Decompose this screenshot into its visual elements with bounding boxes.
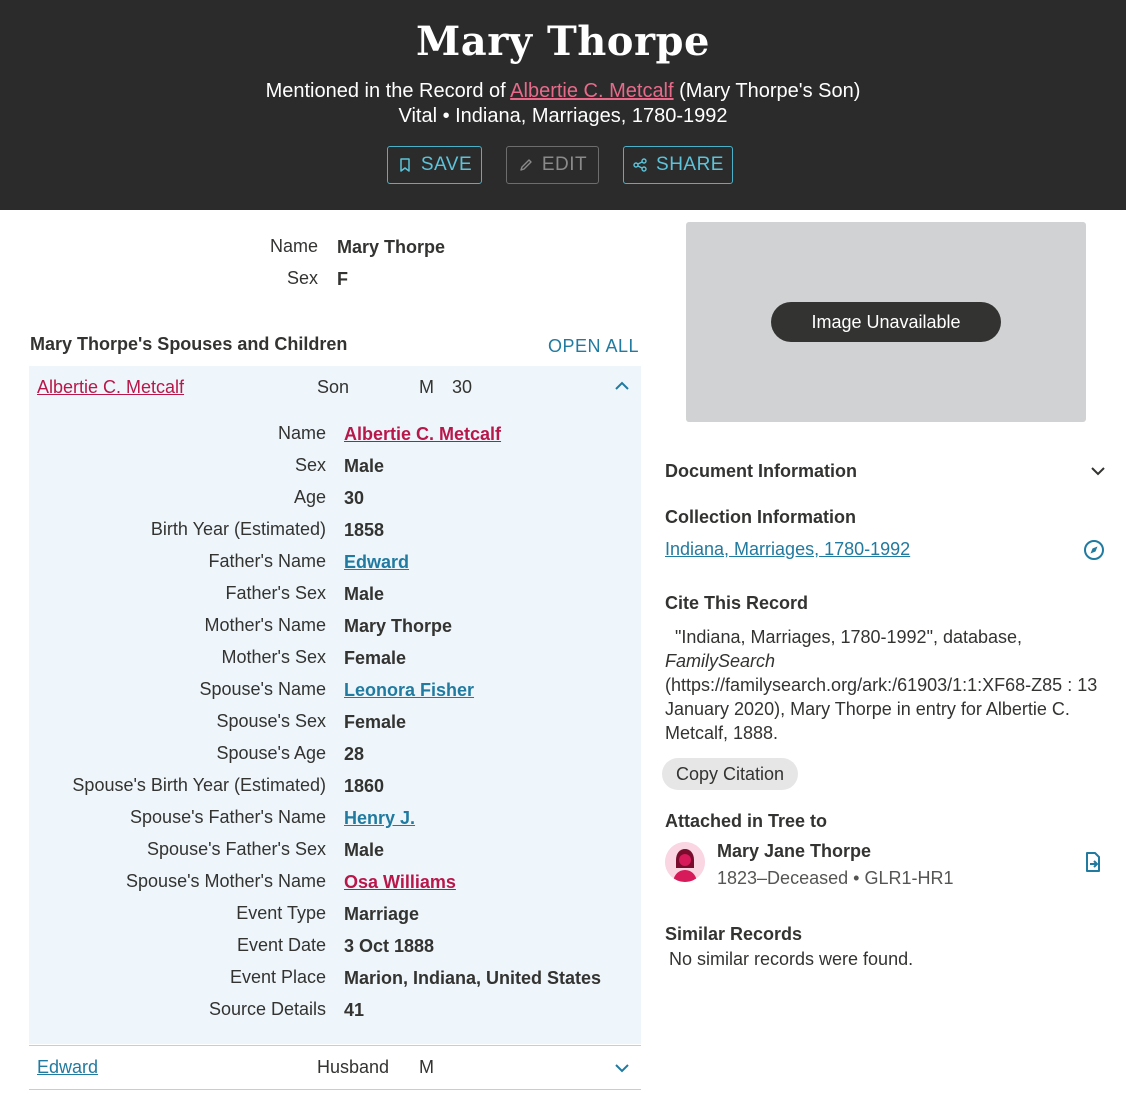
edit-button-label: EDIT (541, 154, 588, 175)
summary-name-value: Mary Thorpe (337, 237, 446, 257)
detail-label: Spouse's Father's Name (130, 807, 326, 827)
detail-label: Spouse's Age (216, 743, 326, 763)
detail-value: 1860 (344, 776, 385, 796)
detail-value: 41 (344, 1000, 365, 1020)
bookmark-icon (400, 158, 410, 172)
detail-label: Spouse's Mother's Name (126, 871, 326, 891)
collection-line: Vital • Indiana, Marriages, 1780-1992 (398, 105, 728, 127)
detail-value: Male (344, 840, 385, 860)
attached-person-dates: 1823–Deceased (717, 868, 849, 888)
similar-records-title: Similar Records (665, 924, 803, 944)
citation-text: "Indiana, Marriages, 1780-1992", databas… (665, 625, 1105, 745)
compass-icon[interactable] (1083, 539, 1105, 561)
detail-label: Mother's Sex (221, 647, 326, 667)
detail-label: Birth Year (Estimated) (150, 519, 326, 539)
detail-value: Marion, Indiana, United States (344, 968, 602, 988)
detail-label: Event Place (229, 967, 326, 987)
mentioned-suffix: (Mary Thorpe's Son) (673, 80, 861, 102)
relative-age: 30 (452, 377, 473, 397)
attached-tree-title: Attached in Tree to (665, 811, 828, 831)
spouse-name-link[interactable]: Leonora Fisher (344, 680, 474, 701)
spouses-section-title: Mary Thorpe's Spouses and Children (30, 334, 348, 354)
relative-relationship: Husband (317, 1057, 390, 1077)
detail-value: Marriage (344, 904, 420, 924)
relative-relationship: Son (317, 377, 350, 397)
relative-name-link-edward[interactable]: Edward (37, 1057, 98, 1078)
detail-value: Female (344, 648, 407, 668)
relative-sex: M (419, 1057, 434, 1077)
summary-sex-label: Sex (286, 268, 318, 288)
similar-records-message: No similar records were found. (669, 949, 914, 969)
detail-value: 28 (344, 744, 365, 764)
share-button[interactable]: SHARE (623, 146, 733, 184)
save-button-label: SAVE (420, 154, 473, 175)
share-icon (633, 158, 647, 172)
edit-button[interactable]: EDIT (506, 146, 599, 184)
open-all-button[interactable]: OPEN ALL (548, 336, 639, 357)
summary-sex-value: F (337, 269, 348, 289)
chevron-up-icon[interactable] (614, 378, 630, 394)
relative-sex: M (419, 377, 434, 397)
detail-label: Father's Name (208, 551, 326, 571)
detail-label: Event Type (236, 903, 326, 923)
detail-label: Spouse's Father's Sex (147, 839, 326, 859)
detail-value: Male (344, 584, 385, 604)
detail-label: Spouse's Name (199, 679, 326, 699)
principal-record-link[interactable]: Albertie C. Metcalf (510, 80, 673, 102)
detail-value: 30 (344, 488, 365, 508)
separator-dot: • (853, 868, 860, 888)
female-avatar-icon (665, 842, 705, 882)
detail-label: Mother's Name (204, 615, 326, 635)
detail-value: 3 Oct 1888 (344, 936, 435, 956)
collection-link[interactable]: Indiana, Marriages, 1780-1992 (665, 539, 910, 560)
detail-value: Female (344, 712, 407, 732)
avatar[interactable] (665, 842, 705, 882)
detail-label: Spouse's Birth Year (Estimated) (72, 775, 326, 795)
save-button[interactable]: SAVE (387, 146, 482, 184)
detail-name-link[interactable]: Albertie C. Metcalf (344, 424, 501, 445)
detail-value: 1858 (344, 520, 385, 540)
page-title: Mary Thorpe (416, 18, 710, 65)
divider (29, 1045, 641, 1046)
citation-part1: "Indiana, Marriages, 1780-1992", databas… (675, 627, 1023, 647)
detail-label: Spouse's Sex (216, 711, 326, 731)
document-information-toggle[interactable]: Document Information (665, 461, 857, 482)
image-unavailable-badge: Image Unavailable (771, 302, 1001, 342)
record-header: Mary Thorpe Mentioned in the Record of A… (0, 0, 1126, 210)
attached-person-pid: GLR1-HR1 (864, 868, 954, 888)
chevron-down-icon[interactable] (614, 1060, 630, 1076)
summary-name-label: Name (269, 236, 318, 256)
citation-database-name: FamilySearch (665, 651, 776, 671)
copy-citation-button[interactable]: Copy Citation (662, 758, 798, 790)
detail-label: Name (277, 423, 326, 443)
citation-part2: (https://familysearch.org/ark:/61903/1:1… (665, 675, 1098, 743)
collection-information-title: Collection Information (665, 507, 856, 527)
divider (29, 1089, 641, 1090)
detail-label: Source Details (208, 999, 326, 1019)
detail-label: Sex (294, 455, 326, 475)
cite-record-title: Cite This Record (665, 593, 809, 613)
mentioned-prefix: Mentioned in the Record of (265, 80, 511, 102)
mentioned-line: Mentioned in the Record of Albertie C. M… (0, 80, 1126, 103)
relative-name-link[interactable]: Albertie C. Metcalf (37, 377, 184, 398)
chevron-down-icon[interactable] (1090, 463, 1106, 479)
attached-person-name[interactable]: Mary Jane Thorpe (717, 841, 871, 862)
spouse-father-name-link[interactable]: Henry J. (344, 808, 415, 829)
detail-label: Event Date (236, 935, 326, 955)
view-in-tree-icon[interactable] (1083, 851, 1103, 873)
father-name-link[interactable]: Edward (344, 552, 409, 573)
spouse-mother-name-link[interactable]: Osa Williams (344, 872, 456, 893)
detail-label: Age (293, 487, 326, 507)
detail-label: Father's Sex (225, 583, 326, 603)
share-button-label: SHARE (656, 154, 724, 175)
detail-value: Mary Thorpe (344, 616, 453, 636)
pencil-icon (520, 159, 532, 171)
attached-person-details: 1823–Deceased • GLR1-HR1 (717, 868, 953, 889)
detail-value: Male (344, 456, 385, 476)
